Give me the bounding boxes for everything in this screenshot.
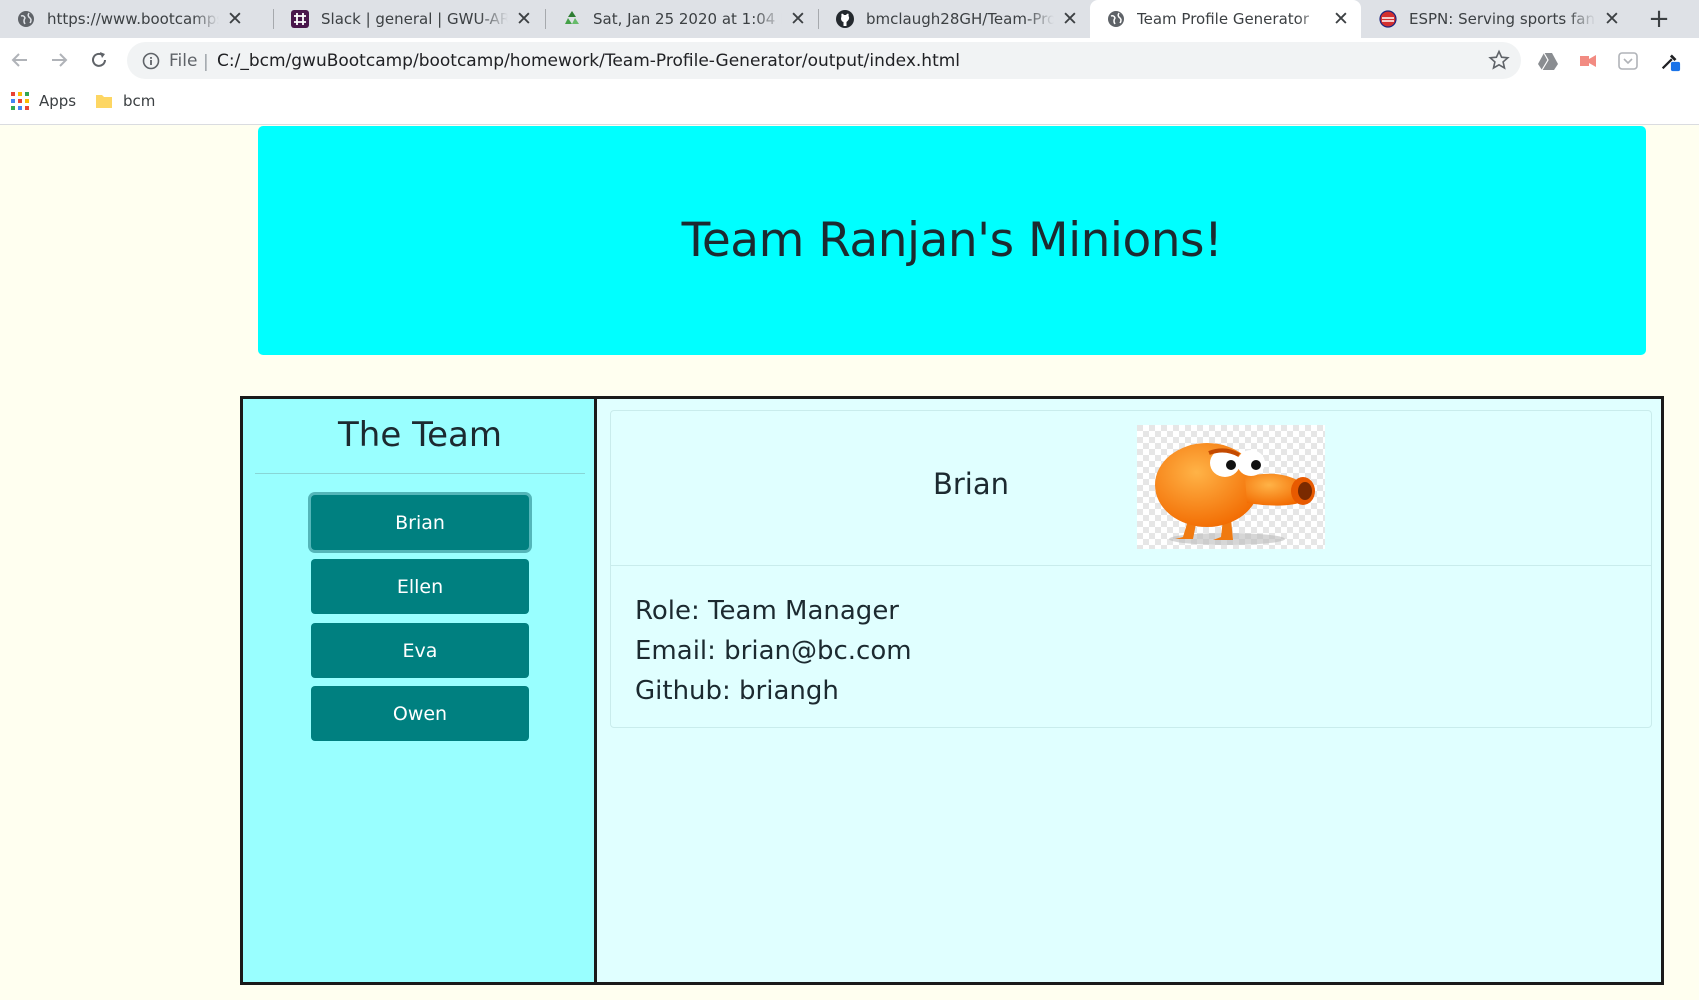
reload-icon [92, 52, 106, 67]
cast-extension-icon[interactable] [1577, 50, 1599, 72]
close-icon[interactable]: ✕ [1060, 8, 1080, 30]
forward-button[interactable] [44, 45, 74, 75]
arrow-right-icon [52, 53, 68, 67]
scheme-label: File [169, 51, 198, 71]
member-button-brian[interactable]: Brian [311, 495, 529, 550]
bookmark-bcm[interactable]: bcm [95, 92, 155, 110]
member-email: Email: brian@bc.com [635, 636, 912, 666]
team-sidebar: The Team Brian Ellen Eva Owen [243, 399, 597, 982]
url-text[interactable]: C:/_bcm/gwuBootcamp/bootcamp/homework/Te… [217, 51, 960, 71]
close-icon[interactable]: ✕ [514, 8, 534, 30]
member-role: Role: Team Manager [635, 596, 899, 626]
close-icon[interactable]: ✕ [788, 8, 808, 30]
back-button[interactable] [5, 45, 35, 75]
close-icon[interactable]: ✕ [1331, 8, 1351, 30]
close-icon[interactable]: ✕ [225, 8, 245, 30]
tab-title: bmclaugh28GH/Team-Profile-Generator [866, 10, 1054, 28]
address-bar[interactable]: File | C:/_bcm/gwuBootcamp/bootcamp/home… [127, 42, 1521, 79]
folder-icon [96, 95, 112, 108]
divider [255, 473, 585, 474]
tab-slack[interactable]: Slack | general | GWU-ARL-FSF ✕ [274, 0, 544, 38]
pocket-extension-icon[interactable] [1617, 50, 1639, 72]
jumbotron: Team Ranjan's Minions! [258, 126, 1646, 355]
new-tab-button[interactable]: + [1645, 5, 1673, 33]
scheme-separator: | [203, 52, 209, 72]
apps-grid-icon [11, 92, 29, 110]
team-container: The Team Brian Ellen Eva Owen Brian Role… [240, 396, 1664, 985]
browser-toolbar: File | C:/_bcm/gwuBootcamp/bootcamp/home… [0, 38, 1699, 83]
member-card: Brian Role: Team Manager Email: brian@bc… [610, 410, 1652, 728]
member-name: Brian [932, 467, 1010, 501]
bookmark-label: Apps [39, 92, 77, 110]
tab-strip: https://www.bootcampspot.com ✕ Slack | g… [0, 0, 1699, 38]
card-header: Brian [611, 411, 1651, 566]
page-title: Team Ranjan's Minions! [681, 213, 1223, 268]
bookmarks-bar: Apps bcm [0, 83, 1699, 125]
orange-creature-icon [1137, 425, 1325, 549]
info-icon[interactable] [141, 51, 161, 71]
tab-github[interactable]: bmclaugh28GH/Team-Profile-Generator ✕ [819, 0, 1090, 38]
member-button-owen[interactable]: Owen [311, 686, 529, 741]
bookmark-label: bcm [123, 92, 156, 110]
card-body: Role: Team Manager Email: brian@bc.com G… [635, 591, 912, 711]
tab-bootcampspot[interactable]: https://www.bootcampspot.com ✕ [0, 0, 255, 38]
bookmark-apps[interactable]: Apps [11, 92, 76, 110]
github-icon [835, 9, 855, 29]
tab-date[interactable]: Sat, Jan 25 2020 at 1:04 PM ✕ [546, 0, 818, 38]
member-button-eva[interactable]: Eva [311, 623, 529, 678]
tab-title: https://www.bootcampspot.com [47, 10, 219, 28]
close-icon[interactable]: ✕ [1602, 8, 1622, 30]
sidebar-title: The Team [338, 415, 502, 455]
globe-icon [1106, 9, 1126, 29]
reload-button[interactable] [84, 45, 114, 75]
tab-title: ESPN: Serving sports fans. Anytime. [1409, 10, 1596, 28]
tab-espn[interactable]: ESPN: Serving sports fans. Anytime. ✕ [1362, 0, 1632, 38]
slack-icon [290, 9, 310, 29]
eyedropper-extension-icon[interactable] [1659, 50, 1681, 72]
member-github: Github: briangh [635, 676, 839, 706]
bookmark-star-icon[interactable] [1488, 49, 1510, 71]
tab-team-profile-generator[interactable]: Team Profile Generator ✕ [1090, 0, 1361, 38]
recycle-icon [562, 9, 582, 29]
tab-title: Slack | general | GWU-ARL-FSF [321, 10, 508, 28]
globe-icon [16, 9, 36, 29]
tab-title: Sat, Jan 25 2020 at 1:04 PM [593, 10, 782, 28]
tab-title: Team Profile Generator [1137, 10, 1309, 28]
arrow-left-icon [11, 53, 27, 67]
drive-extension-icon[interactable] [1537, 50, 1559, 72]
espn-icon [1378, 9, 1398, 29]
member-button-ellen[interactable]: Ellen [311, 559, 529, 614]
